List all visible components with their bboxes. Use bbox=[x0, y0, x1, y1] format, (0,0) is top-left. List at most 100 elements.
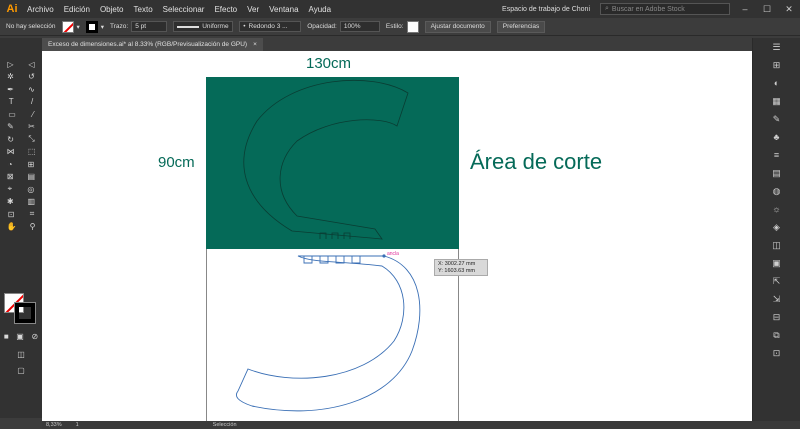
opacity-label: Opacidad: bbox=[307, 23, 337, 30]
slice-tool-icon[interactable]: ⌗ bbox=[30, 209, 35, 219]
menu-archivo[interactable]: Archivo bbox=[22, 5, 59, 14]
style-control: Estilo: bbox=[386, 20, 419, 33]
menu-ayuda[interactable]: Ayuda bbox=[304, 5, 337, 14]
color-mode-icon[interactable]: ■ bbox=[4, 332, 9, 341]
maximize-icon[interactable]: ☐ bbox=[756, 4, 778, 15]
menu-ver[interactable]: Ver bbox=[242, 5, 264, 14]
stroke-control: ▾ bbox=[85, 20, 104, 33]
profile-select[interactable]: Uniforme bbox=[173, 21, 234, 32]
fill-swatch[interactable] bbox=[61, 20, 74, 33]
pathfinder-icon[interactable]: ⧉ bbox=[770, 330, 784, 342]
document-tab[interactable]: Exceso de dimensiones.ai* al 8.33% (RGB/… bbox=[42, 38, 263, 51]
libraries-icon[interactable]: ⊞ bbox=[770, 60, 784, 72]
menu-ventana[interactable]: Ventana bbox=[264, 5, 303, 14]
stroke-weight: Trazo: 5 pt bbox=[110, 21, 168, 32]
layers-icon[interactable]: ◫ bbox=[770, 240, 784, 252]
chevron-down-icon[interactable]: ▾ bbox=[77, 23, 80, 31]
coordinates-tooltip: X: 3002.27 mm Y: 1603.63 mm bbox=[434, 259, 488, 276]
eyedropper-icon[interactable]: ⌖ bbox=[8, 184, 13, 194]
menu-bar: Ai Archivo Edición Objeto Texto Seleccio… bbox=[0, 0, 800, 18]
opacity-control: Opacidad: 100% bbox=[307, 21, 380, 32]
pen-tool-icon[interactable]: ✒ bbox=[7, 85, 14, 94]
stroke-black-swatch[interactable] bbox=[14, 302, 36, 324]
gradient-tool-icon[interactable]: ▤ bbox=[27, 172, 35, 181]
free-transform-icon[interactable]: ⬚ bbox=[28, 147, 36, 156]
brush-select[interactable]: • Redondo 3 ... bbox=[239, 21, 302, 32]
area-label: Área de corte bbox=[470, 149, 603, 174]
document-tab-title: Exceso de dimensiones.ai* al 8.33% (RGB/… bbox=[48, 41, 248, 48]
workspace-switcher[interactable]: Espacio de trabajo de Choni bbox=[502, 6, 590, 13]
close-tab-icon[interactable]: × bbox=[253, 41, 257, 48]
transparency-icon[interactable]: ◍ bbox=[770, 186, 784, 198]
selection-status: No hay selección bbox=[6, 23, 56, 30]
s-shape-path bbox=[235, 255, 421, 412]
symbols-icon[interactable]: ♣ bbox=[770, 132, 784, 144]
gradient-mode-icon[interactable]: ▣ bbox=[16, 332, 24, 341]
menu-objeto[interactable]: Objeto bbox=[95, 5, 129, 14]
appearance-icon[interactable]: ☼ bbox=[770, 204, 784, 216]
asset-export-icon[interactable]: ⇲ bbox=[770, 294, 784, 306]
direct-selection-tool-icon[interactable]: ◁ bbox=[28, 60, 34, 69]
style-swatch[interactable] bbox=[406, 20, 419, 33]
preferences-button[interactable]: Preferencias bbox=[496, 20, 546, 33]
scissors-icon[interactable]: ✂ bbox=[28, 122, 35, 131]
minimize-icon[interactable]: – bbox=[734, 4, 756, 14]
screen-mode-icon[interactable]: ▢ bbox=[17, 366, 25, 375]
menu-texto[interactable]: Texto bbox=[129, 5, 158, 14]
perspective-grid-icon[interactable]: ⊞ bbox=[28, 160, 35, 169]
rotate-tool-icon[interactable]: ↻ bbox=[7, 135, 14, 144]
stroke-label: Trazo: bbox=[110, 23, 129, 30]
gradient-icon[interactable]: ▤ bbox=[770, 168, 784, 180]
artboards-icon[interactable]: ▣ bbox=[770, 258, 784, 270]
artboard-number[interactable]: 1 bbox=[76, 422, 79, 428]
zoom-level[interactable]: 8,33% bbox=[46, 422, 62, 428]
color-icon[interactable]: ◐ bbox=[770, 78, 784, 90]
magic-wand-icon[interactable]: ✲ bbox=[7, 72, 14, 81]
opacity-field[interactable]: 100% bbox=[339, 21, 380, 32]
menu-efecto[interactable]: Efecto bbox=[209, 5, 242, 14]
mesh-tool-icon[interactable]: ⊠ bbox=[7, 172, 14, 181]
close-window-icon[interactable]: ✕ bbox=[778, 4, 800, 15]
width-tool-icon[interactable]: ⋈ bbox=[7, 147, 15, 156]
swatches-icon[interactable]: ▦ bbox=[770, 96, 784, 108]
brush-value: Redondo 3 ... bbox=[248, 23, 288, 30]
anchor-hint: ancla bbox=[387, 251, 399, 257]
graphic-styles-icon[interactable]: ◈ bbox=[770, 222, 784, 234]
document-setup-button[interactable]: Ajustar documento bbox=[424, 20, 491, 33]
lasso-icon[interactable]: ↺ bbox=[28, 72, 35, 81]
selection-tool-icon[interactable]: ▷ bbox=[7, 60, 13, 69]
scale-tool-icon[interactable]: ⤡ bbox=[28, 134, 34, 144]
draw-mode-icon[interactable]: ◫ bbox=[17, 350, 25, 359]
symbol-sprayer-icon[interactable]: ✱ bbox=[7, 197, 14, 206]
shape-builder-icon[interactable]: ◔ bbox=[8, 160, 13, 169]
rectangle-tool-icon[interactable]: ▭ bbox=[8, 110, 16, 119]
stroke-swatch[interactable] bbox=[85, 20, 98, 33]
paintbrush-icon[interactable]: ⁄ bbox=[32, 110, 33, 119]
menu-seleccionar[interactable]: Seleccionar bbox=[158, 5, 210, 14]
width-label: 130cm bbox=[306, 55, 352, 72]
transform-icon[interactable]: ⊡ bbox=[770, 348, 784, 360]
export-icon[interactable]: ⇱ bbox=[770, 276, 784, 288]
stroke-weight-field[interactable]: 5 pt bbox=[131, 21, 168, 32]
hand-tool-icon[interactable]: ✋ bbox=[7, 222, 17, 231]
type-tool-icon[interactable]: T bbox=[9, 97, 14, 106]
anchor-point bbox=[382, 254, 386, 258]
brushes-icon[interactable]: ✎ bbox=[770, 114, 784, 126]
shaper-tool-icon[interactable]: ✎ bbox=[7, 122, 14, 131]
blend-tool-icon[interactable]: ◎ bbox=[27, 185, 34, 194]
canvas[interactable]: 130cm 90cm Área de corte ancla X: 3002.2… bbox=[42, 51, 752, 423]
align-icon[interactable]: ⊟ bbox=[770, 312, 784, 324]
none-mode-icon[interactable]: ⊘ bbox=[31, 332, 38, 341]
curvature-icon[interactable]: ∿ bbox=[28, 85, 35, 94]
line-tool-icon[interactable]: / bbox=[31, 97, 33, 106]
search-icon: ⌕ bbox=[605, 5, 609, 12]
graph-tool-icon[interactable]: ▥ bbox=[27, 197, 35, 206]
properties-icon[interactable]: ☰ bbox=[770, 42, 784, 54]
zoom-tool-icon[interactable]: ⚲ bbox=[30, 222, 36, 231]
menu-edicion[interactable]: Edición bbox=[59, 5, 95, 14]
chevron-down-icon[interactable]: ▾ bbox=[101, 23, 104, 31]
stock-search-input[interactable]: ⌕ Buscar en Adobe Stock bbox=[600, 3, 730, 15]
height-label: 90cm bbox=[158, 154, 195, 171]
stroke-icon[interactable]: ≡ bbox=[770, 150, 784, 162]
artboard-tool-icon[interactable]: ⊡ bbox=[8, 210, 15, 219]
